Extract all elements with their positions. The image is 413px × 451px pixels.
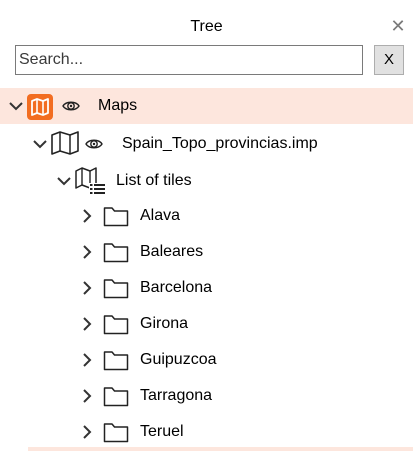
map-file-icon — [50, 131, 80, 155]
folder-icon — [103, 277, 129, 299]
close-panel-button[interactable]: ✕ — [388, 16, 408, 36]
eye-icon[interactable] — [62, 98, 80, 114]
chevron-right-icon[interactable] — [79, 208, 95, 224]
folder-icon — [103, 349, 129, 371]
clear-search-button[interactable]: X — [374, 45, 404, 75]
tree-item-label: Tarragona — [140, 387, 213, 404]
panel-title-bar: Tree ✕ — [0, 0, 413, 40]
chevron-down-icon[interactable] — [32, 136, 48, 152]
folder-icon — [103, 205, 129, 227]
selection-edge — [28, 447, 413, 451]
tree-item-label: Girona — [140, 315, 189, 332]
tree-item-label: Alava — [140, 207, 181, 224]
tree-item-folder[interactable]: Teruel — [0, 414, 413, 450]
tree-item-label: Spain_Topo_provincias.imp — [122, 135, 318, 152]
folder-icon — [103, 385, 129, 407]
chevron-down-icon[interactable] — [56, 173, 72, 189]
tree-view: Maps Spain_Topo_provincias.imp List of t… — [0, 88, 413, 451]
folder-icon — [103, 421, 129, 443]
tree-item-label: Guipuzcoa — [140, 351, 217, 368]
chevron-right-icon[interactable] — [79, 244, 95, 260]
tree-item-maps[interactable]: Maps — [0, 88, 413, 124]
chevron-right-icon[interactable] — [79, 352, 95, 368]
tree-item-folder[interactable]: Guipuzcoa — [0, 342, 413, 378]
tree-item-label: Barcelona — [140, 279, 213, 296]
tree-item-folder[interactable]: Baleares — [0, 234, 413, 270]
tree-item-label: Baleares — [140, 243, 204, 260]
tree-item-label: Teruel — [140, 423, 184, 440]
tree-item-tile-list[interactable]: List of tiles — [0, 163, 413, 199]
map-icon — [27, 94, 53, 120]
chevron-down-icon[interactable] — [8, 98, 24, 114]
tree-item-label: List of tiles — [116, 172, 192, 189]
search-input[interactable] — [15, 45, 363, 75]
tree-item-folder[interactable]: Barcelona — [0, 270, 413, 306]
chevron-right-icon[interactable] — [79, 280, 95, 296]
folder-icon — [103, 241, 129, 263]
tree-item-folder[interactable]: Girona — [0, 306, 413, 342]
panel-title: Tree — [190, 18, 223, 35]
tree-item-map-file[interactable]: Spain_Topo_provincias.imp — [0, 126, 413, 162]
folder-icon — [103, 313, 129, 335]
tree-item-label: Maps — [98, 97, 138, 114]
tree-item-folder[interactable]: Alava — [0, 198, 413, 234]
chevron-right-icon[interactable] — [79, 388, 95, 404]
eye-icon[interactable] — [85, 136, 103, 152]
map-list-icon — [74, 167, 106, 195]
chevron-right-icon[interactable] — [79, 424, 95, 440]
chevron-right-icon[interactable] — [79, 316, 95, 332]
tree-item-folder[interactable]: Tarragona — [0, 378, 413, 414]
